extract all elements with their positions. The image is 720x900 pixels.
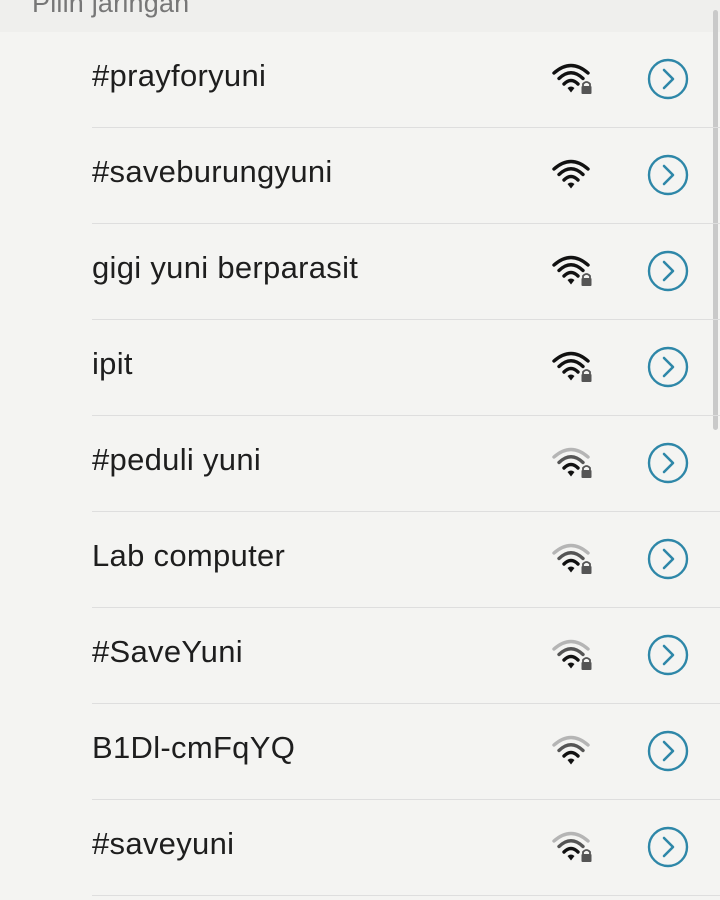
- chevron-right-circle-icon[interactable]: [646, 57, 690, 101]
- wifi-lock-icon: [552, 255, 592, 286]
- network-row[interactable]: #prayforyuni: [0, 32, 720, 128]
- chevron-right-circle-icon[interactable]: [646, 441, 690, 485]
- row-divider: [92, 895, 720, 896]
- network-ssid: B1Dl-cmFqYQ: [92, 730, 296, 765]
- section-title: Pilih jaringan: [32, 0, 190, 18]
- network-ssid: #prayforyuni: [92, 58, 267, 93]
- network-row[interactable]: Lab computer: [0, 512, 720, 608]
- network-list: #prayforyuni #saveburungyuni gigi yuni ber…: [0, 32, 720, 896]
- network-row[interactable]: gigi yuni berparasit: [0, 224, 720, 320]
- network-row[interactable]: #saveyuni: [0, 800, 720, 896]
- chevron-right-circle-icon[interactable]: [646, 729, 690, 773]
- wifi-lock-icon: [552, 63, 592, 94]
- network-row[interactable]: #SaveYuni: [0, 608, 720, 704]
- wifi-lock-icon: [552, 639, 592, 670]
- network-ssid: ipit: [92, 346, 133, 381]
- wifi-lock-icon: [552, 351, 592, 382]
- chevron-right-circle-icon[interactable]: [646, 249, 690, 293]
- chevron-right-circle-icon[interactable]: [646, 537, 690, 581]
- chevron-right-circle-icon[interactable]: [646, 153, 690, 197]
- wifi-lock-icon: [552, 447, 592, 478]
- section-header: Pilih jaringan: [0, 0, 720, 32]
- network-ssid: #saveyuni: [92, 826, 235, 861]
- chevron-right-circle-icon[interactable]: [646, 825, 690, 869]
- wifi-icon: [552, 735, 590, 765]
- network-ssid: gigi yuni berparasit: [92, 250, 359, 285]
- chevron-right-circle-icon[interactable]: [646, 633, 690, 677]
- network-ssid: #peduli yuni: [92, 442, 262, 477]
- network-row[interactable]: B1Dl-cmFqYQ: [0, 704, 720, 800]
- network-ssid: #saveburungyuni: [92, 154, 333, 189]
- network-ssid: #SaveYuni: [92, 634, 243, 669]
- wifi-icon: [552, 159, 590, 189]
- wifi-lock-icon: [552, 831, 592, 862]
- chevron-right-circle-icon[interactable]: [646, 345, 690, 389]
- network-row[interactable]: #saveburungyuni: [0, 128, 720, 224]
- network-row[interactable]: ipit: [0, 320, 720, 416]
- wifi-lock-icon: [552, 543, 592, 574]
- network-ssid: Lab computer: [92, 538, 286, 573]
- network-row[interactable]: #peduli yuni: [0, 416, 720, 512]
